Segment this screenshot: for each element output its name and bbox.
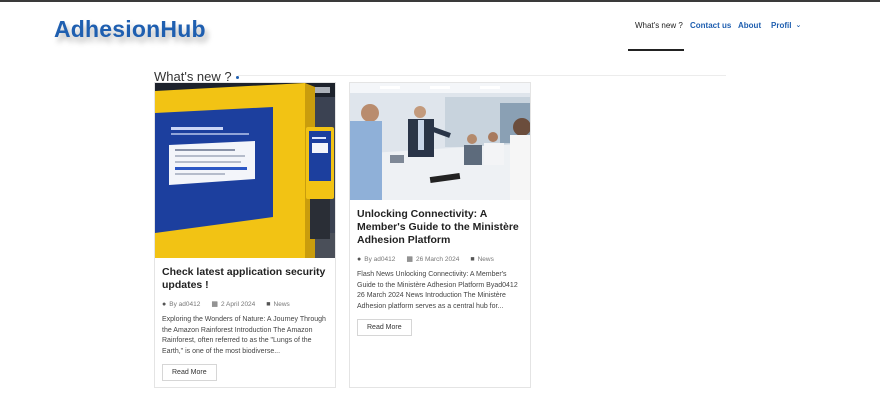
card-body: Unlocking Connectivity: A Member's Guide… — [350, 200, 530, 336]
news-card: Check latest application security update… — [154, 82, 336, 388]
card-image-meeting[interactable] — [350, 83, 530, 200]
card-meta: ● By ad0412 ▦ 2 April 2024 ■ News — [162, 300, 328, 309]
nav-profil[interactable]: Profil ⌄ — [771, 21, 801, 30]
main-nav: What's new ? Contact us About Profil ⌄ — [0, 21, 880, 35]
card-title[interactable]: Check latest application security update… — [162, 266, 328, 292]
card-author[interactable]: By ad0412 — [364, 256, 395, 263]
nav-contact-us[interactable]: Contact us — [690, 21, 731, 30]
folder-icon: ■ — [266, 300, 271, 308]
nav-profil-label: Profil — [771, 21, 792, 30]
section-dot — [235, 76, 239, 80]
section-divider — [238, 75, 726, 76]
card-date: 26 March 2024 — [415, 255, 460, 263]
calendar-icon: ▦ — [211, 301, 218, 308]
user-icon: ● — [357, 255, 362, 263]
card-excerpt: Exploring the Wonders of Nature: A Journ… — [162, 316, 326, 355]
folder-icon: ■ — [470, 255, 475, 263]
user-icon: ● — [162, 300, 167, 308]
read-more-button[interactable]: Read More — [162, 364, 217, 381]
card-body: Check latest application security update… — [155, 258, 335, 381]
top-border — [0, 0, 880, 2]
card-author[interactable]: By ad0412 — [169, 301, 200, 308]
card-category[interactable]: News — [478, 256, 494, 263]
chevron-down-icon: ⌄ — [795, 22, 802, 29]
card-excerpt: Flash News Unlocking Connectivity: A Mem… — [357, 271, 518, 310]
card-category[interactable]: News — [274, 301, 290, 308]
active-nav-indicator — [628, 49, 684, 51]
card-meta: ● By ad0412 ▦ 26 March 2024 ■ News — [357, 255, 523, 264]
card-date: 2 April 2024 — [220, 300, 256, 308]
meeting-illustration — [350, 83, 530, 200]
calendar-icon: ▦ — [406, 256, 413, 263]
nav-whats-new[interactable]: What's new ? — [635, 21, 683, 30]
nav-about[interactable]: About — [738, 21, 761, 30]
kiosk-illustration — [155, 83, 335, 258]
card-image-kiosk[interactable] — [155, 83, 335, 258]
news-card: Unlocking Connectivity: A Member's Guide… — [349, 82, 531, 388]
read-more-button[interactable]: Read More — [357, 319, 412, 336]
card-title[interactable]: Unlocking Connectivity: A Member's Guide… — [357, 208, 523, 247]
